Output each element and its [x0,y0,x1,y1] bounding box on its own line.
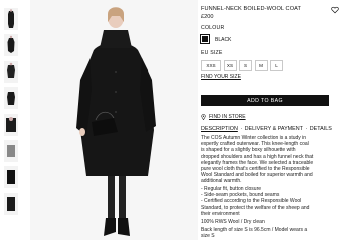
tab-separator: · [305,126,308,132]
find-your-size-link[interactable]: FIND YOUR SIZE [201,74,241,80]
fit-line: size S [201,233,215,240]
size-selector: XXS XS S M L [201,60,283,71]
size-option-xxs[interactable]: XXS [201,60,221,71]
tab-delivery-payment[interactable]: DELIVERY & PAYMENT [245,126,303,132]
thumbnail-strip [4,8,18,219]
description-bullets: - Regular fit, button closure - Side-sea… [201,186,333,217]
product-details-panel: FUNNEL-NECK BOILED-WOOL COAT £200 COLOUR… [200,0,343,240]
product-title: FUNNEL-NECK BOILED-WOOL COAT [201,6,302,12]
size-option-l[interactable]: L [270,60,283,71]
size-option-s[interactable]: S [239,60,252,71]
fit-info: Back length of size S is 96.5cm / Model … [201,227,333,239]
product-price: £200 [201,13,214,20]
thumbnail-3[interactable] [4,60,18,83]
tab-description[interactable]: DESCRIPTION [201,126,238,132]
bullet-line: their environment [201,210,240,217]
thumbnail-1[interactable] [4,8,18,30]
find-in-store-label: FIND IN STORE [209,114,246,120]
size-option-xs[interactable]: XS [223,60,237,71]
colour-name: BLACK [215,36,232,43]
add-to-bag-button[interactable]: ADD TO BAG [201,95,329,106]
description-line: dropped shoulders and has a high funnel … [201,153,314,160]
tab-separator: · [240,126,243,132]
tab-details[interactable]: DETAILS [310,126,332,132]
thumbnail-4[interactable] [4,87,18,110]
composition-text: 100% RWS Wool / Dry clean [201,219,265,225]
size-option-m[interactable]: M [254,60,268,71]
description-line: additional warmth. [201,178,242,185]
thumbnail-7[interactable] [4,166,18,189]
size-label: EU SIZE [201,50,223,56]
find-in-store-link[interactable]: FIND IN STORE [201,114,246,120]
location-pin-icon [201,114,206,120]
thumbnail-6[interactable] [4,139,18,162]
thumbnail-5[interactable] [4,113,18,136]
description-intro: The COS Autumn Winter collection is a st… [201,135,333,185]
heart-icon[interactable] [331,6,339,14]
info-tabs: DESCRIPTION · DELIVERY & PAYMENT · DETAI… [201,126,332,132]
colour-swatch-black[interactable] [200,34,210,44]
thumbnail-2[interactable] [4,34,18,57]
colour-label: COLOUR [201,25,225,31]
thumbnail-8[interactable] [4,192,18,215]
product-image [30,0,198,240]
